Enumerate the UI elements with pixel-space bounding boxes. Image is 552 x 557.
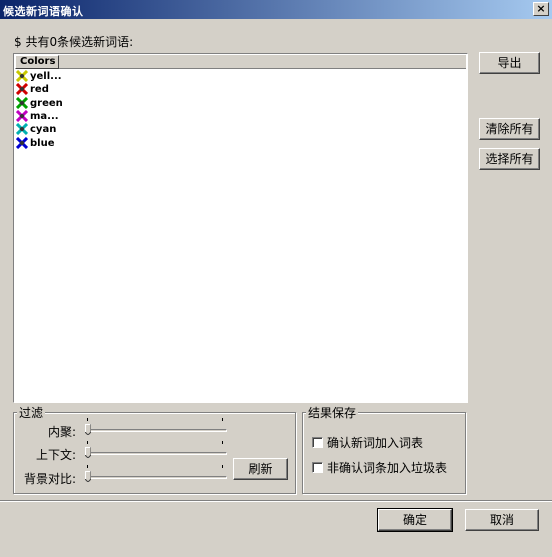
green-flower-icon bbox=[16, 96, 28, 109]
list-item-label: cyan bbox=[30, 124, 57, 136]
confirm-new-words-label: 确认新词加入词表 bbox=[327, 436, 424, 450]
slider-tick bbox=[87, 441, 88, 444]
cancel-button[interactable]: 取消 bbox=[465, 509, 539, 531]
magenta-flower-icon bbox=[16, 109, 28, 122]
refresh-button[interactable]: 刷新 bbox=[233, 458, 288, 480]
title-bar: 候选新词语确认 × bbox=[0, 0, 552, 19]
confirm-new-words-checkbox[interactable] bbox=[312, 437, 323, 448]
clear-all-button[interactable]: 清除所有 bbox=[479, 118, 540, 140]
bottom-separator bbox=[0, 500, 552, 502]
column-header-colors[interactable]: Colors bbox=[15, 55, 59, 69]
slider-thumb[interactable] bbox=[85, 471, 91, 482]
column-header-filler bbox=[59, 55, 466, 69]
slider-tick bbox=[222, 441, 223, 444]
slider-track bbox=[86, 452, 227, 455]
list-item-label: red bbox=[30, 84, 49, 96]
red-flower-icon bbox=[16, 83, 28, 96]
select-all-button[interactable]: 选择所有 bbox=[479, 148, 540, 170]
close-button[interactable]: × bbox=[533, 2, 549, 16]
list-item-label: green bbox=[30, 97, 63, 109]
unconfirmed-to-trash-checkbox[interactable] bbox=[312, 462, 323, 473]
unconfirmed-to-trash-label: 非确认词条加入垃圾表 bbox=[327, 461, 448, 475]
save-result-group-title: 结果保存 bbox=[306, 404, 359, 421]
yellow-flower-icon bbox=[16, 70, 28, 82]
ok-button[interactable]: 确定 bbox=[377, 508, 453, 532]
list-item-label: yell... bbox=[30, 71, 62, 82]
close-icon: × bbox=[536, 2, 546, 15]
slider-tick bbox=[222, 418, 223, 421]
slider-label-context: 上下文: bbox=[35, 448, 76, 462]
cyan-flower-icon bbox=[16, 123, 28, 136]
list-item-label: blue bbox=[30, 137, 55, 149]
export-button[interactable]: 导出 bbox=[479, 52, 540, 74]
slider-thumb[interactable] bbox=[85, 424, 91, 435]
save-result-group bbox=[302, 412, 466, 494]
blue-flower-icon bbox=[16, 136, 28, 149]
slider-label-background-contrast: 背景对比: bbox=[23, 472, 76, 486]
slider-tick bbox=[87, 418, 88, 421]
window-title: 候选新词语确认 bbox=[3, 5, 84, 18]
candidate-list[interactable]: Colors yell... red green ma... cyan blue bbox=[13, 53, 468, 403]
slider-track bbox=[86, 429, 227, 432]
slider-track bbox=[86, 476, 227, 479]
bottom-strip bbox=[0, 537, 552, 557]
candidate-count-label: $ 共有0条候选新词语: bbox=[14, 35, 134, 49]
slider-label-cohesion: 内聚: bbox=[47, 425, 76, 439]
slider-tick bbox=[87, 465, 88, 468]
list-item-label: ma... bbox=[30, 110, 59, 122]
slider-tick bbox=[222, 465, 223, 468]
filter-group-title: 过滤 bbox=[17, 404, 46, 421]
slider-thumb[interactable] bbox=[85, 447, 91, 458]
